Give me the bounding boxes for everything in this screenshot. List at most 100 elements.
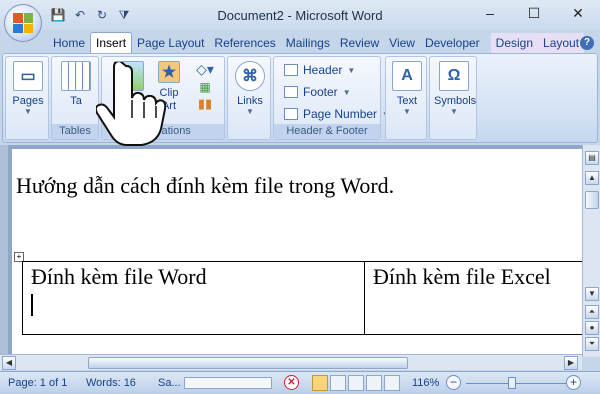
- previous-page-icon[interactable]: ⏶: [585, 305, 599, 319]
- footer-label: Footer: [303, 85, 338, 99]
- next-page-icon[interactable]: ⏷: [585, 337, 599, 351]
- header-button[interactable]: Header ▼: [284, 63, 355, 77]
- tab-design[interactable]: Design: [490, 33, 539, 54]
- browse-object-icon[interactable]: ●: [585, 321, 599, 335]
- horizontal-scroll-thumb[interactable]: [88, 357, 408, 369]
- office-logo-icon: [13, 13, 33, 33]
- vertical-scrollbar[interactable]: ▤ ▲ ▼ ⏶ ● ⏷: [582, 145, 600, 357]
- chevron-down-icon: ▼: [403, 107, 411, 116]
- zoom-out-icon[interactable]: −: [446, 375, 461, 390]
- text-icon: A: [392, 61, 422, 91]
- ruler-toggle-icon[interactable]: ▤: [585, 151, 599, 165]
- page-count[interactable]: Page: 1 of 1: [8, 377, 67, 389]
- outline-view-icon[interactable]: [366, 375, 382, 391]
- help-icon[interactable]: ?: [580, 36, 594, 50]
- zoom-level[interactable]: 116%: [412, 377, 439, 389]
- vertical-ruler: [0, 145, 8, 357]
- tab-references[interactable]: References: [209, 33, 280, 54]
- tab-insert[interactable]: Insert: [90, 32, 133, 54]
- document-page[interactable]: Hướng dẫn cách đính kèm file trong Word.…: [12, 149, 584, 359]
- group-symbols: Ω Symbols ▼: [429, 56, 477, 140]
- view-buttons: [312, 375, 400, 391]
- scroll-right-icon[interactable]: ▶: [564, 356, 578, 370]
- zoom-slider-track[interactable]: [466, 383, 566, 384]
- table-cell-word[interactable]: Đính kèm file Word: [23, 262, 365, 334]
- group-links: ⌘ Links ▼: [227, 56, 271, 140]
- links-label: Links: [237, 95, 263, 107]
- links-button[interactable]: ⌘ Links ▼: [232, 61, 268, 116]
- print-layout-view-icon[interactable]: [312, 375, 328, 391]
- footer-button[interactable]: Footer ▼: [284, 85, 351, 99]
- cell-text: Đính kèm file Word: [31, 264, 207, 289]
- page-icon: ▭: [13, 61, 43, 91]
- vertical-scroll-thumb[interactable]: [585, 191, 599, 209]
- scroll-down-icon[interactable]: ▼: [585, 287, 599, 301]
- tab-mailings[interactable]: Mailings: [281, 33, 335, 54]
- chart-icon: ▮▮: [197, 96, 213, 111]
- pages-button[interactable]: ▭ Pages ▼: [10, 61, 46, 116]
- tab-layout[interactable]: Layout: [538, 33, 585, 54]
- tab-review[interactable]: Review: [335, 33, 384, 54]
- tab-page-layout[interactable]: Page Layout: [132, 33, 209, 54]
- shapes-icon: ◇▾: [196, 61, 214, 77]
- web-layout-view-icon[interactable]: [348, 375, 364, 391]
- cell-text: Đính kèm file Excel: [373, 264, 551, 289]
- tab-developer[interactable]: Developer: [420, 33, 485, 54]
- link-icon: ⌘: [235, 61, 265, 91]
- chevron-down-icon: ▼: [24, 107, 32, 116]
- chevron-down-icon: ▼: [450, 107, 458, 116]
- header-icon: [284, 64, 298, 76]
- group-text: A Text ▼: [385, 56, 427, 140]
- saving-status: Sa...: [158, 377, 181, 389]
- maximize-button[interactable]: ☐: [512, 0, 556, 26]
- zoom-in-icon[interactable]: +: [566, 375, 581, 390]
- status-bar: Page: 1 of 1 Words: 16 Sa... ✕ 116% − +: [0, 371, 600, 394]
- page-number-icon: [284, 108, 298, 120]
- header-footer-group-label: Header & Footer: [274, 124, 380, 139]
- shapes-button[interactable]: ◇▾ ▦ ▮▮: [190, 61, 220, 112]
- tables-group-label: Tables: [52, 124, 98, 139]
- tab-view[interactable]: View: [384, 33, 420, 54]
- chevron-down-icon: ▼: [246, 107, 254, 116]
- symbols-button[interactable]: Ω Symbols ▼: [434, 61, 477, 116]
- table-icon: [61, 61, 91, 91]
- close-button[interactable]: ✕: [556, 0, 600, 26]
- document-area: Hướng dẫn cách đính kèm file trong Word.…: [8, 145, 584, 359]
- ribbon-tabs: Home Insert Page Layout References Maili…: [48, 32, 585, 54]
- tab-home[interactable]: Home: [48, 33, 90, 54]
- zoom-slider-thumb[interactable]: [508, 377, 516, 389]
- text-button[interactable]: A Text ▼: [389, 61, 425, 116]
- page-number-label: Page Number: [303, 107, 378, 121]
- hand-cursor-icon: [96, 62, 166, 146]
- title-bar: 💾 ↶ ↻ ⧩ Document2 - Microsoft Word – ☐ ✕: [0, 0, 600, 30]
- table-cell-excel[interactable]: Đính kèm file Excel: [365, 262, 585, 334]
- chevron-down-icon: ▼: [342, 87, 351, 97]
- document-table[interactable]: Đính kèm file Word Đính kèm file Excel: [22, 261, 584, 335]
- word-count[interactable]: Words: 16: [86, 377, 136, 389]
- window-controls: – ☐ ✕: [468, 0, 600, 26]
- office-button[interactable]: [4, 4, 42, 42]
- table-label: Ta: [70, 95, 82, 107]
- table-button[interactable]: Ta: [58, 61, 94, 107]
- pages-label: Pages: [12, 95, 44, 107]
- group-pages: ▭ Pages ▼: [5, 56, 49, 140]
- save-progress-bar: [184, 377, 272, 389]
- scroll-left-icon[interactable]: ◀: [2, 356, 16, 370]
- full-screen-reading-view-icon[interactable]: [330, 375, 346, 391]
- draft-view-icon[interactable]: [384, 375, 400, 391]
- scroll-up-icon[interactable]: ▲: [585, 171, 599, 185]
- group-tables: Ta Tables: [51, 56, 99, 140]
- minimize-button[interactable]: –: [468, 0, 512, 26]
- cancel-icon[interactable]: ✕: [284, 375, 299, 390]
- omega-icon: Ω: [439, 61, 469, 91]
- text-caret: [31, 294, 33, 316]
- horizontal-scrollbar[interactable]: ◀ ▶: [0, 354, 582, 370]
- page-number-button[interactable]: Page Number ▼: [284, 107, 390, 121]
- smartart-icon: ▦: [199, 80, 211, 94]
- group-header-footer: Header ▼ Footer ▼ Page Number ▼ Header &…: [273, 56, 390, 140]
- document-heading[interactable]: Hướng dẫn cách đính kèm file trong Word.: [16, 173, 394, 199]
- symbols-label: Symbols: [434, 95, 477, 107]
- header-label: Header: [303, 63, 343, 77]
- text-label: Text: [396, 95, 418, 107]
- chevron-down-icon: ▼: [347, 65, 356, 75]
